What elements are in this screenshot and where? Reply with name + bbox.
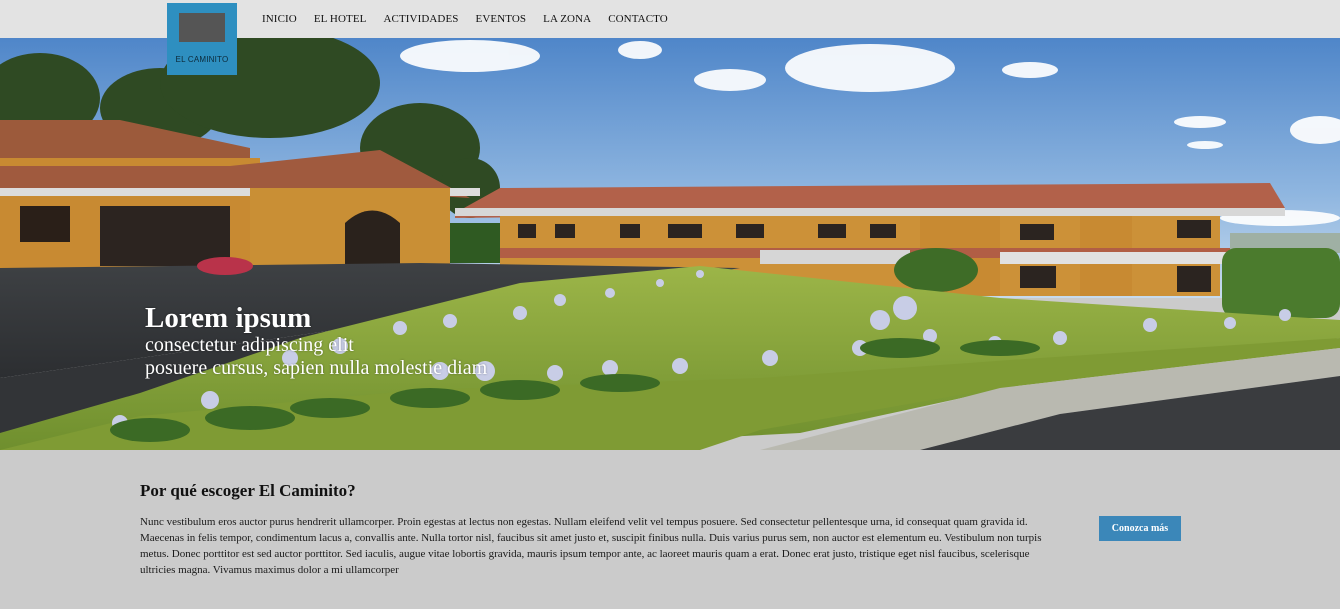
logo-image	[179, 13, 225, 42]
learn-more-button[interactable]: Conozca más	[1099, 516, 1181, 541]
hero-caption: Lorem ipsum consectetur adipiscing elit …	[145, 302, 487, 380]
site-logo[interactable]: EL CAMINITO	[167, 3, 237, 75]
nav-item-la-zona[interactable]: LA ZONA	[543, 13, 591, 25]
why-choose-section: Por qué escoger El Caminito? Nunc vestib…	[0, 450, 1340, 609]
nav-item-actividades[interactable]: ACTIVIDADES	[383, 13, 458, 25]
hero-subtitle-line-1: consectetur adipiscing elit	[145, 334, 354, 356]
nav-item-contacto[interactable]: CONTACTO	[608, 13, 668, 25]
main-nav: INICIO EL HOTEL ACTIVIDADES EVENTOS LA Z…	[262, 13, 685, 25]
nav-item-el-hotel[interactable]: EL HOTEL	[314, 13, 367, 25]
section-body-text: Nunc vestibulum eros auctor purus hendre…	[140, 516, 1042, 576]
nav-item-inicio[interactable]: INICIO	[262, 13, 297, 25]
logo-text: EL CAMINITO	[175, 55, 229, 64]
hero-title: Lorem ipsum	[145, 302, 312, 334]
hero-subtitle-line-2: posuere cursus, sapien nulla molestie di…	[145, 357, 488, 379]
nav-item-eventos[interactable]: EVENTOS	[476, 13, 527, 25]
hero-image	[0, 38, 1340, 450]
section-heading: Por qué escoger El Caminito?	[140, 481, 356, 500]
hero-banner: Lorem ipsum consectetur adipiscing elit …	[0, 38, 1340, 450]
